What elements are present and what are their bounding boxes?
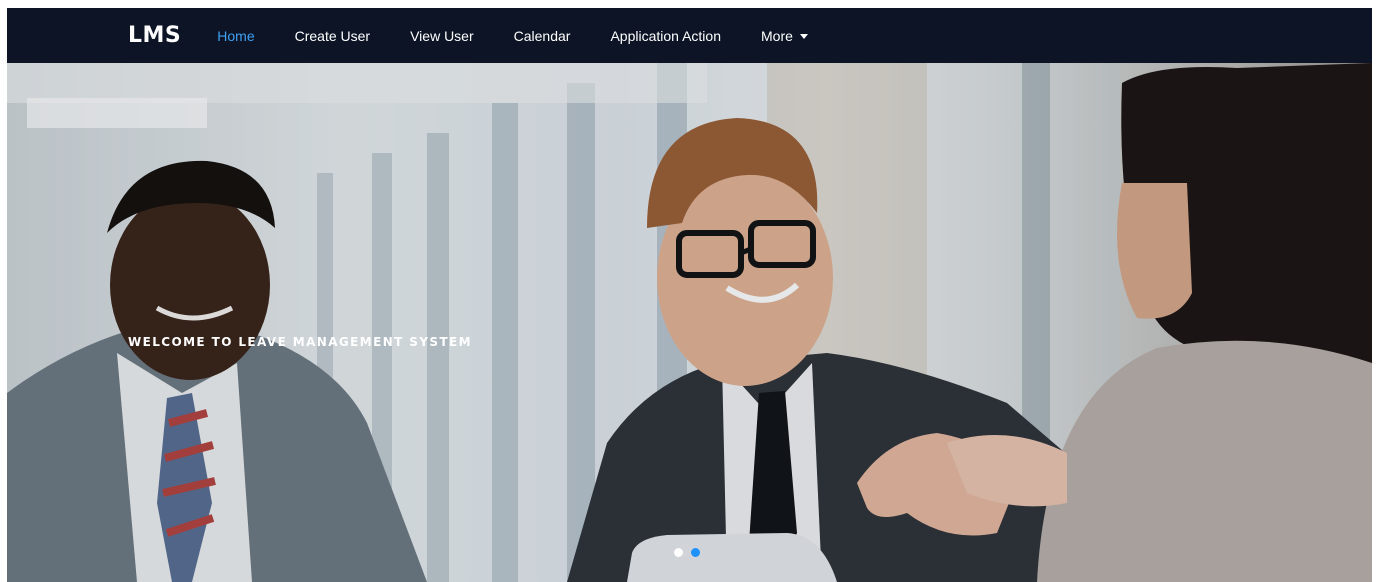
nav-view-user-label: View User <box>410 27 474 44</box>
nav-create-user[interactable]: Create User <box>295 28 370 44</box>
nav-home[interactable]: Home <box>217 28 254 44</box>
nav-application-action-label: Application Action <box>610 27 721 44</box>
top-navbar: LMS Home Create User View User Calendar … <box>7 8 1372 63</box>
nav-create-user-label: Create User <box>294 27 371 44</box>
nav-home-label: Home <box>217 27 255 44</box>
hero-carousel[interactable]: WELCOME TO LEAVE MANAGEMENT SYSTEM <box>7 63 1372 582</box>
hero-overlay <box>7 63 1372 582</box>
carousel-indicator-1[interactable] <box>674 548 683 557</box>
app-frame: LMS Home Create User View User Calendar … <box>7 8 1372 582</box>
nav-view-user[interactable]: View User <box>410 28 474 44</box>
nav-calendar-label: Calendar <box>513 27 571 44</box>
nav-calendar[interactable]: Calendar <box>514 28 571 44</box>
hero-caption: WELCOME TO LEAVE MANAGEMENT SYSTEM <box>128 335 472 349</box>
nav-more-label: More <box>761 27 793 44</box>
caret-down-icon <box>799 33 808 39</box>
brand-logo[interactable]: LMS <box>128 24 181 47</box>
carousel-indicator-2[interactable] <box>691 548 700 557</box>
carousel-indicators <box>674 548 700 557</box>
nav-more-dropdown[interactable]: More <box>761 28 808 44</box>
nav-application-action[interactable]: Application Action <box>610 28 721 44</box>
